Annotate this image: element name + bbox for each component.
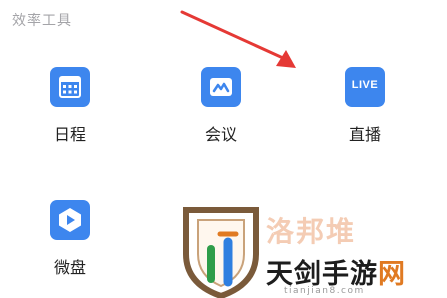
red-arrow-annotation	[180, 10, 296, 68]
shield-logo-icon	[183, 207, 259, 298]
tool-label-live: 直播	[348, 125, 381, 144]
live-icon: LIVE	[345, 67, 385, 107]
cloud-drive-icon	[50, 200, 90, 240]
tool-label-calendar: 日程	[53, 125, 86, 144]
tool-meeting[interactable]: 会议	[176, 67, 266, 145]
tool-calendar[interactable]: 日程	[25, 67, 115, 145]
watermark: 洛邦堆 天剑手游网 tianjian8.com	[176, 204, 447, 298]
tool-cloud-drive[interactable]: 微盘	[25, 200, 115, 278]
live-badge: LIVE	[351, 79, 379, 91]
tool-label-meeting: 会议	[204, 125, 237, 144]
tool-live[interactable]: LIVE 直播	[320, 67, 410, 145]
watermark-faded-text: 洛邦堆	[266, 215, 357, 248]
section-title: 效率工具	[12, 13, 72, 29]
calendar-icon	[50, 67, 90, 107]
watermark-url: tianjian8.com	[284, 286, 365, 296]
efficiency-tools-panel: 效率工具 日程 会议 LIVE 直播 微盘 洛邦堆 天剑手游网 tianjian…	[0, 0, 447, 298]
tool-label-cloud-drive: 微盘	[53, 258, 86, 277]
